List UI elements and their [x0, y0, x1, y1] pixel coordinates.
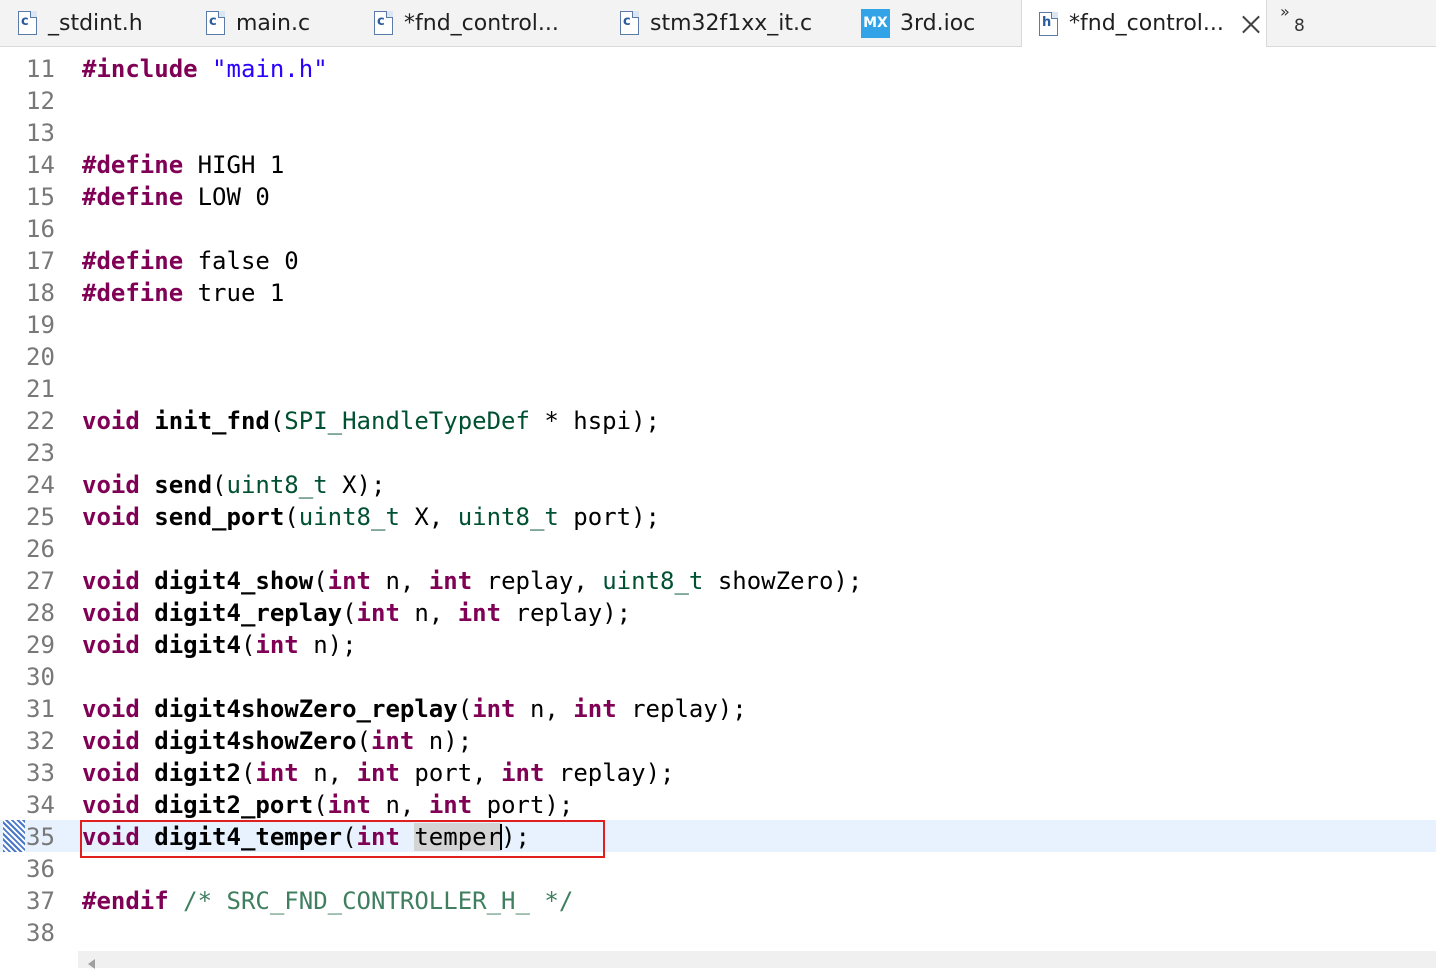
- line-number: 36: [26, 855, 55, 883]
- c-file-icon: c: [204, 10, 226, 36]
- tab-stdint-h[interactable]: c _stdint.h: [16, 0, 143, 46]
- code-line[interactable]: 11 #include "main.h": [0, 52, 1436, 84]
- c-file-icon: c: [16, 10, 38, 36]
- code-line[interactable]: 37 #endif /* SRC_FND_CONTROLLER_H_ */: [0, 884, 1436, 916]
- code-text[interactable]: #include "main.h": [82, 56, 328, 82]
- line-number: 29: [26, 631, 55, 659]
- scrollbar-track[interactable]: [78, 951, 1436, 968]
- line-number: 17: [26, 247, 55, 275]
- double-chevron-icon: »: [1280, 2, 1290, 21]
- line-number: 34: [26, 791, 55, 819]
- code-text[interactable]: void send(uint8_t X);: [82, 472, 385, 498]
- tab-overflow-button[interactable]: » 8: [1280, 2, 1320, 42]
- annotation-highlight-box: [80, 820, 605, 858]
- c-file-icon: c: [618, 10, 640, 36]
- line-number: 38: [26, 919, 55, 947]
- code-line[interactable]: 30: [0, 660, 1436, 692]
- code-line[interactable]: 18 #define true 1: [0, 276, 1436, 308]
- code-line[interactable]: 19: [0, 308, 1436, 340]
- cutoff-previous-line: [260, 47, 560, 51]
- mx-file-icon: MX: [861, 8, 890, 38]
- tab-label: _stdint.h: [48, 10, 143, 36]
- code-text[interactable]: void send_port(uint8_t X, uint8_t port);: [82, 504, 660, 530]
- code-text[interactable]: void init_fnd(SPI_HandleTypeDef * hspi);: [82, 408, 660, 434]
- h-file-icon: h: [1037, 11, 1059, 37]
- line-number: 12: [26, 87, 55, 115]
- line-number: 26: [26, 535, 55, 563]
- line-number: 19: [26, 311, 55, 339]
- line-number: 25: [26, 503, 55, 531]
- line-number: 18: [26, 279, 55, 307]
- line-number: 30: [26, 663, 55, 691]
- code-text[interactable]: #define HIGH 1: [82, 152, 284, 178]
- code-line[interactable]: 21: [0, 372, 1436, 404]
- code-line[interactable]: 20: [0, 340, 1436, 372]
- code-line[interactable]: 24 void send(uint8_t X);: [0, 468, 1436, 500]
- code-line[interactable]: 13: [0, 116, 1436, 148]
- tab-main-c[interactable]: c main.c: [204, 0, 310, 46]
- line-number: 35: [26, 823, 55, 851]
- horizontal-scrollbar[interactable]: [0, 951, 1436, 969]
- hidden-tab-count: 8: [1294, 16, 1305, 36]
- line-number: 31: [26, 695, 55, 723]
- editor-tab-bar: c _stdint.h c main.c c *fnd_control... c…: [0, 0, 1436, 47]
- code-text[interactable]: void digit2(int n, int port, int replay)…: [82, 760, 674, 786]
- line-number: 27: [26, 567, 55, 595]
- code-line[interactable]: 29 void digit4(int n);: [0, 628, 1436, 660]
- code-line[interactable]: 31 void digit4showZero_replay(int n, int …: [0, 692, 1436, 724]
- tab-label: stm32f1xx_it.c: [650, 10, 813, 36]
- line-number: 15: [26, 183, 55, 211]
- code-line[interactable]: 25 void send_port(uint8_t X, uint8_t port…: [0, 500, 1436, 532]
- line-number: 22: [26, 407, 55, 435]
- line-number: 13: [26, 119, 55, 147]
- close-tab-icon[interactable]: [1240, 13, 1262, 35]
- line-number: 33: [26, 759, 55, 787]
- tab-stm32f1xx-it-c[interactable]: c stm32f1xx_it.c: [618, 0, 812, 46]
- code-text[interactable]: void digit4(int n);: [82, 632, 357, 658]
- line-number: 14: [26, 151, 55, 179]
- code-line[interactable]: 38: [0, 916, 1436, 948]
- code-editor[interactable]: 11 #include "main.h" 12 13 14 #define HIGH 11…: [0, 47, 1436, 951]
- line-number: 16: [26, 215, 55, 243]
- code-line[interactable]: 26: [0, 532, 1436, 564]
- current-line-marker-icon: [3, 820, 25, 852]
- code-line[interactable]: 14 #define HIGH 1: [0, 148, 1436, 180]
- line-number: 21: [26, 375, 55, 403]
- tab-label: *fnd_control...: [404, 10, 559, 36]
- code-line[interactable]: 17 #define false 0: [0, 244, 1436, 276]
- line-number: 28: [26, 599, 55, 627]
- code-line[interactable]: 28 void digit4_replay(int n, int replay);: [0, 596, 1436, 628]
- tab-fnd-controller-c[interactable]: c *fnd_control...: [372, 0, 559, 46]
- tab-fnd-controller-h[interactable]: h *fnd_control...: [1021, 0, 1267, 47]
- line-number: 32: [26, 727, 55, 755]
- line-number: 23: [26, 439, 55, 467]
- code-line[interactable]: 15 #define LOW 0: [0, 180, 1436, 212]
- code-line[interactable]: 32 void digit4showZero(int n);: [0, 724, 1436, 756]
- code-line[interactable]: 12: [0, 84, 1436, 116]
- code-text[interactable]: void digit2_port(int n, int port);: [82, 792, 573, 818]
- code-text[interactable]: void digit4_show(int n, int replay, uint…: [82, 568, 862, 594]
- code-line[interactable]: 33 void digit2(int n, int port, int repla…: [0, 756, 1436, 788]
- line-number: 20: [26, 343, 55, 371]
- tab-3rd-ioc[interactable]: MX 3rd.ioc: [861, 0, 975, 46]
- code-text[interactable]: #define false 0: [82, 248, 299, 274]
- code-line[interactable]: 23: [0, 436, 1436, 468]
- code-text[interactable]: #define LOW 0: [82, 184, 270, 210]
- code-line[interactable]: 34 void digit2_port(int n, int port);: [0, 788, 1436, 820]
- code-text[interactable]: void digit4showZero_replay(int n, int re…: [82, 696, 747, 722]
- code-line[interactable]: 16: [0, 212, 1436, 244]
- code-text[interactable]: #endif /* SRC_FND_CONTROLLER_H_ */: [82, 888, 573, 914]
- code-line[interactable]: 22 void init_fnd(SPI_HandleTypeDef * hspi…: [0, 404, 1436, 436]
- line-number: 37: [26, 887, 55, 915]
- code-text[interactable]: void digit4_replay(int n, int replay);: [82, 600, 631, 626]
- tab-label: main.c: [236, 10, 311, 36]
- line-number: 24: [26, 471, 55, 499]
- code-line[interactable]: 27 void digit4_show(int n, int replay, ui…: [0, 564, 1436, 596]
- c-file-icon: c: [372, 10, 394, 36]
- tab-label: *fnd_control...: [1069, 11, 1224, 36]
- code-text[interactable]: #define true 1: [82, 280, 284, 306]
- code-text[interactable]: void digit4showZero(int n);: [82, 728, 472, 754]
- tab-label: 3rd.ioc: [900, 10, 976, 36]
- line-number: 11: [26, 55, 55, 83]
